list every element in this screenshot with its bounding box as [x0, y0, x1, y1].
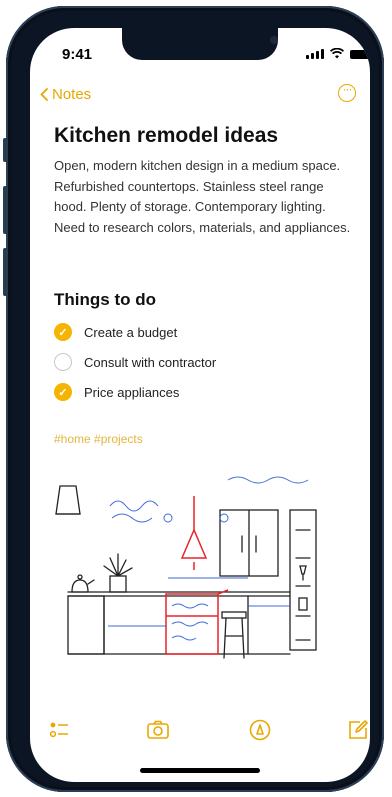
checklist-item-label: Create a budget — [84, 324, 178, 340]
status-icons — [306, 48, 370, 59]
phone-frame: 9:41 Notes ··· Kitchen remodel ideas Ope… — [3, 6, 384, 792]
checklist-item[interactable]: ✓ Create a budget — [54, 321, 177, 343]
notch — [122, 28, 278, 60]
volume-down-button — [3, 248, 8, 296]
cellular-signal-icon — [306, 49, 324, 59]
mute-switch — [3, 138, 8, 162]
markup-icon[interactable] — [248, 718, 272, 742]
volume-up-button — [3, 186, 8, 234]
back-button[interactable]: Notes — [40, 86, 91, 103]
empty-circle-icon[interactable] — [54, 353, 72, 371]
bottom-toolbar — [30, 718, 370, 748]
checklist-item[interactable]: ✓ Price appliances — [54, 381, 179, 403]
checklist-icon[interactable] — [48, 718, 72, 742]
home-indicator[interactable] — [140, 768, 260, 773]
back-label: Notes — [52, 86, 92, 103]
chevron-left-icon — [40, 88, 48, 101]
front-camera — [270, 36, 278, 44]
screen: 9:41 Notes ··· Kitchen remodel ideas Ope… — [30, 28, 370, 782]
checklist-item-label: Price appliances — [84, 384, 180, 400]
kitchen-sketch-drawing[interactable] — [48, 466, 354, 662]
checklist-heading[interactable]: Things to do — [54, 290, 156, 310]
note-title[interactable]: Kitchen remodel ideas — [54, 124, 278, 148]
status-time: 9:41 — [62, 46, 93, 63]
ellipsis-circle-icon[interactable]: ··· — [338, 83, 356, 102]
battery-icon — [350, 50, 370, 59]
checklist-item[interactable]: Consult with contractor — [54, 351, 216, 373]
checkmark-icon[interactable]: ✓ — [54, 323, 72, 341]
compose-icon[interactable] — [346, 718, 370, 742]
checkmark-icon[interactable]: ✓ — [54, 383, 72, 401]
note-tags[interactable]: #home #projects — [54, 432, 143, 446]
checklist-item-label: Consult with contractor — [84, 354, 217, 370]
wifi-icon — [330, 48, 344, 59]
note-body[interactable]: Open, modern kitchen design in a medium … — [54, 156, 354, 238]
camera-icon[interactable] — [146, 718, 170, 742]
